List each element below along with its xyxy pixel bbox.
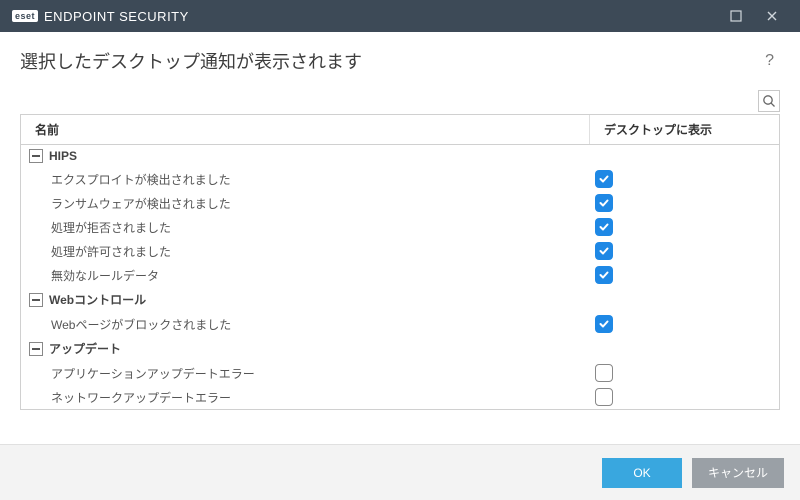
checkbox-cell: [591, 315, 771, 333]
window-titlebar: eset ENDPOINT SECURITY: [0, 0, 800, 32]
table-body[interactable]: HIPS エクスプロイトが検出されましたランサムウェアが検出されました処理が拒否さ…: [21, 145, 779, 409]
checkbox-cell: [591, 266, 771, 284]
minus-icon: [32, 155, 40, 157]
check-icon: [598, 245, 610, 257]
window-close-button[interactable]: [754, 0, 790, 32]
minus-icon: [32, 348, 40, 350]
collapse-button[interactable]: [29, 293, 43, 307]
table-row: Webページがブロックされました: [21, 312, 779, 336]
checkbox-cell: [591, 218, 771, 236]
close-icon: [766, 10, 778, 22]
group-label: Webコントロール: [49, 291, 146, 308]
column-header-name[interactable]: 名前: [21, 115, 589, 144]
group-label: アップデート: [49, 340, 121, 357]
brand-badge: eset: [12, 10, 38, 22]
table-row: アプリケーションアップデートエラー: [21, 361, 779, 385]
cancel-button[interactable]: キャンセル: [692, 458, 784, 488]
check-icon: [598, 269, 610, 281]
check-icon: [598, 221, 610, 233]
group-row[interactable]: HIPS: [21, 145, 779, 167]
minus-icon: [32, 299, 40, 301]
item-name: Webページがブロックされました: [51, 316, 591, 333]
desktop-show-checkbox[interactable]: [595, 218, 613, 236]
table-row: 処理が許可されました: [21, 239, 779, 263]
item-name: 処理が許可されました: [51, 243, 591, 260]
notifications-table: 名前 デスクトップに表示 HIPS エクスプロイトが検出されましたランサムウェアが…: [20, 114, 780, 410]
page-title: 選択したデスクトップ通知が表示されます: [20, 48, 759, 74]
group-label: HIPS: [49, 149, 77, 163]
desktop-show-checkbox[interactable]: [595, 364, 613, 382]
table-row: 無効なルールデータ: [21, 263, 779, 287]
item-name: 無効なルールデータ: [51, 267, 591, 284]
checkbox-cell: [591, 364, 771, 382]
table-row: ネットワークアップデートエラー: [21, 385, 779, 409]
desktop-show-checkbox[interactable]: [595, 315, 613, 333]
desktop-show-checkbox[interactable]: [595, 388, 613, 406]
item-name: 処理が拒否されました: [51, 219, 591, 236]
item-name: ネットワークアップデートエラー: [51, 389, 591, 406]
help-button[interactable]: ?: [759, 50, 780, 72]
group-row[interactable]: アップデート: [21, 336, 779, 361]
desktop-show-checkbox[interactable]: [595, 194, 613, 212]
desktop-show-checkbox[interactable]: [595, 266, 613, 284]
checkbox-cell: [591, 170, 771, 188]
dialog-footer: OK キャンセル: [0, 444, 800, 500]
check-icon: [598, 318, 610, 330]
item-name: アプリケーションアップデートエラー: [51, 365, 591, 382]
item-name: ランサムウェアが検出されました: [51, 195, 591, 212]
brand: eset ENDPOINT SECURITY: [12, 9, 189, 24]
ok-button[interactable]: OK: [602, 458, 682, 488]
window-minimize-button[interactable]: [718, 0, 754, 32]
search-icon: [762, 94, 776, 108]
table-row: エクスプロイトが検出されました: [21, 167, 779, 191]
check-icon: [598, 173, 610, 185]
desktop-show-checkbox[interactable]: [595, 170, 613, 188]
collapse-button[interactable]: [29, 342, 43, 356]
item-name: エクスプロイトが検出されました: [51, 171, 591, 188]
table-row: ランサムウェアが検出されました: [21, 191, 779, 215]
checkbox-cell: [591, 242, 771, 260]
checkbox-cell: [591, 388, 771, 406]
collapse-button[interactable]: [29, 149, 43, 163]
table-header: 名前 デスクトップに表示: [21, 114, 779, 145]
desktop-show-checkbox[interactable]: [595, 242, 613, 260]
brand-text: ENDPOINT SECURITY: [44, 9, 189, 24]
search-button[interactable]: [758, 90, 780, 112]
group-row[interactable]: Webコントロール: [21, 287, 779, 312]
checkbox-cell: [591, 194, 771, 212]
minimize-icon: [730, 10, 742, 22]
table-row: 処理が拒否されました: [21, 215, 779, 239]
check-icon: [598, 197, 610, 209]
column-header-desktop[interactable]: デスクトップに表示: [589, 115, 779, 144]
